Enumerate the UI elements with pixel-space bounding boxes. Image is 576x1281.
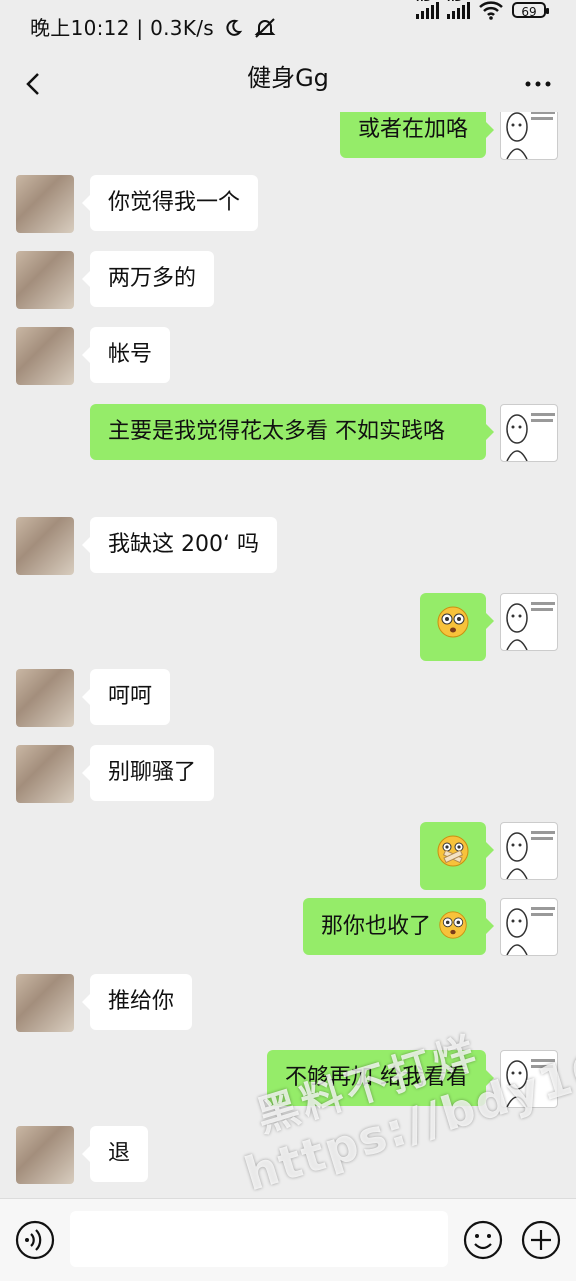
contact-avatar[interactable] bbox=[16, 251, 74, 309]
message-text: 那你也收了 bbox=[320, 914, 431, 939]
mouth-taped-face-icon bbox=[437, 835, 469, 867]
chat-title: 健身Gg bbox=[247, 64, 329, 92]
contact-avatar[interactable] bbox=[16, 974, 74, 1032]
message-bubble-incoming[interactable]: 帐号 bbox=[81, 327, 171, 383]
message-bubble-incoming[interactable]: 两万多的 bbox=[81, 251, 215, 307]
message-list[interactable]: 或者在加咯 你觉得我一个 两万多的 帐号 主要是我觉得花太多看 不如实践咯 我缺… bbox=[0, 112, 576, 1198]
mute-bell-icon bbox=[254, 18, 276, 38]
input-bar bbox=[0, 1198, 576, 1281]
meme-avatar-image bbox=[506, 112, 555, 159]
contact-avatar[interactable] bbox=[16, 1126, 74, 1184]
flushed-face-icon bbox=[437, 606, 469, 638]
message-bubble-incoming[interactable]: 推给你 bbox=[81, 974, 193, 1030]
chat-header: 健身Gg bbox=[0, 56, 576, 112]
emoji-icon[interactable] bbox=[462, 1219, 504, 1261]
message-bubble-outgoing[interactable] bbox=[420, 593, 494, 661]
contact-avatar[interactable] bbox=[16, 517, 74, 575]
my-avatar[interactable] bbox=[500, 898, 558, 956]
status-bar: 晚上10:12 | 0.3K/s HD HD 69 bbox=[0, 0, 576, 56]
my-avatar[interactable] bbox=[500, 404, 558, 462]
my-avatar[interactable] bbox=[500, 593, 558, 651]
flushed-face-icon bbox=[439, 911, 467, 939]
wifi-icon bbox=[479, 1, 503, 20]
network-speed: 0.3K/s bbox=[150, 16, 215, 40]
message-bubble-incoming[interactable]: 呵呵 bbox=[81, 669, 171, 725]
message-bubble-incoming[interactable]: 别聊骚了 bbox=[81, 745, 215, 801]
my-avatar[interactable] bbox=[500, 112, 558, 160]
contact-avatar[interactable] bbox=[16, 175, 74, 233]
message-bubble-outgoing[interactable]: 不够再加 给我看看 bbox=[267, 1050, 494, 1106]
message-bubble-outgoing[interactable]: 主要是我觉得花太多看 不如实践咯 bbox=[90, 404, 494, 460]
plus-icon[interactable] bbox=[520, 1219, 562, 1261]
my-avatar[interactable] bbox=[500, 1050, 558, 1108]
status-left: 晚上10:12 | 0.3K/s bbox=[30, 0, 277, 56]
message-bubble-outgoing[interactable] bbox=[420, 822, 494, 890]
signal-icon: HD bbox=[416, 0, 439, 19]
status-time: 晚上10:12 bbox=[30, 16, 130, 40]
contact-avatar[interactable] bbox=[16, 745, 74, 803]
more-options-icon[interactable] bbox=[522, 68, 554, 100]
my-avatar[interactable] bbox=[500, 822, 558, 880]
message-bubble-incoming[interactable]: 你觉得我一个 bbox=[81, 175, 259, 231]
message-bubble-incoming[interactable]: 退 bbox=[81, 1126, 149, 1182]
battery-indicator: 69 bbox=[512, 2, 549, 19]
message-bubble-outgoing[interactable]: 那你也收了 bbox=[302, 898, 495, 955]
message-bubble-incoming[interactable]: 我缺这 200‘ 吗 bbox=[82, 517, 277, 573]
signal-icon-2: HD bbox=[447, 0, 470, 19]
message-input[interactable] bbox=[70, 1211, 448, 1267]
contact-avatar[interactable] bbox=[16, 327, 74, 385]
voice-input-icon[interactable] bbox=[14, 1219, 56, 1261]
contact-avatar[interactable] bbox=[16, 669, 74, 727]
status-right: HD HD 69 bbox=[416, 0, 549, 20]
message-bubble-outgoing[interactable]: 或者在加咯 bbox=[339, 112, 495, 158]
moon-icon bbox=[226, 19, 242, 36]
